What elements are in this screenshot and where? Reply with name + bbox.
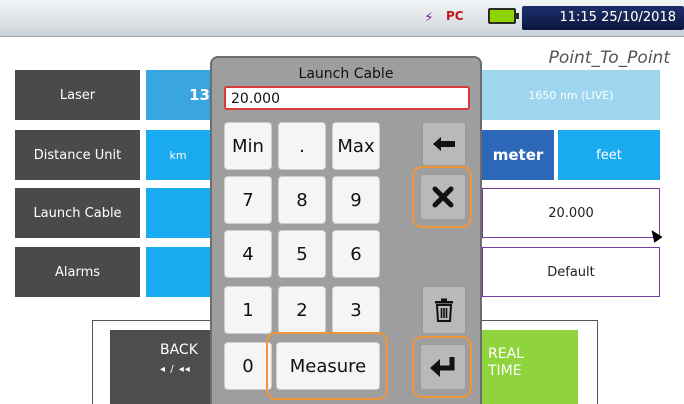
key-8[interactable]: 8 bbox=[278, 176, 326, 224]
battery-tip bbox=[515, 13, 519, 19]
distance-unit-km[interactable]: km bbox=[146, 130, 210, 180]
key-2[interactable]: 2 bbox=[278, 286, 326, 334]
backspace-button[interactable] bbox=[422, 122, 466, 166]
launch-cable-label: Launch Cable bbox=[15, 188, 140, 238]
distance-unit-label: Distance Unit bbox=[15, 130, 140, 180]
laser-option-live[interactable]: 1650 nm (LIVE) bbox=[482, 70, 660, 120]
enter-icon bbox=[430, 357, 455, 377]
keypad-input[interactable]: 20.000 bbox=[224, 86, 470, 110]
key-1[interactable]: 1 bbox=[224, 286, 272, 334]
laser-option-left-text: 13 bbox=[189, 86, 210, 104]
key-9[interactable]: 9 bbox=[332, 176, 380, 224]
pc-icon: PC bbox=[446, 9, 464, 23]
alarms-value[interactable]: Default bbox=[482, 247, 660, 297]
trash-icon bbox=[435, 298, 453, 322]
clear-icon bbox=[432, 186, 454, 208]
key-7[interactable]: 7 bbox=[224, 176, 272, 224]
key-3[interactable]: 3 bbox=[332, 286, 380, 334]
numeric-keypad-dialog: Launch Cable 20.000 Min . Max 7 8 9 4 5 … bbox=[210, 56, 482, 404]
key-0[interactable]: 0 bbox=[224, 342, 272, 390]
alarms-label: Alarms bbox=[15, 247, 140, 297]
clock: 11:15 25/10/2018 bbox=[559, 10, 676, 25]
launch-cable-selector[interactable] bbox=[146, 188, 210, 238]
backspace-icon bbox=[433, 137, 455, 151]
key-max[interactable]: Max bbox=[332, 122, 380, 170]
alarms-selector[interactable] bbox=[146, 247, 210, 297]
delete-button[interactable] bbox=[422, 286, 466, 334]
real-time-label: REAL TIME bbox=[488, 346, 524, 379]
enter-button[interactable] bbox=[420, 344, 466, 390]
network-icon: ⚡ bbox=[424, 10, 434, 26]
measure-button[interactable]: Measure bbox=[276, 342, 380, 390]
distance-unit-feet[interactable]: feet bbox=[558, 130, 660, 180]
battery-icon bbox=[488, 8, 516, 24]
real-time-button[interactable]: REAL TIME bbox=[482, 330, 578, 404]
key-5[interactable]: 5 bbox=[278, 230, 326, 278]
laser-option-left[interactable]: 13 bbox=[146, 70, 210, 120]
clear-button[interactable] bbox=[420, 174, 466, 220]
key-4[interactable]: 4 bbox=[224, 230, 272, 278]
launch-cable-value[interactable]: 20.000 bbox=[482, 188, 660, 238]
laser-label: Laser bbox=[15, 70, 140, 120]
distance-unit-meter[interactable]: meter bbox=[482, 130, 554, 180]
key-6[interactable]: 6 bbox=[332, 230, 380, 278]
key-dot[interactable]: . bbox=[278, 122, 326, 170]
keypad-title: Launch Cable bbox=[298, 66, 394, 82]
page-title: Point_To_Point bbox=[548, 48, 670, 68]
key-min[interactable]: Min bbox=[224, 122, 272, 170]
